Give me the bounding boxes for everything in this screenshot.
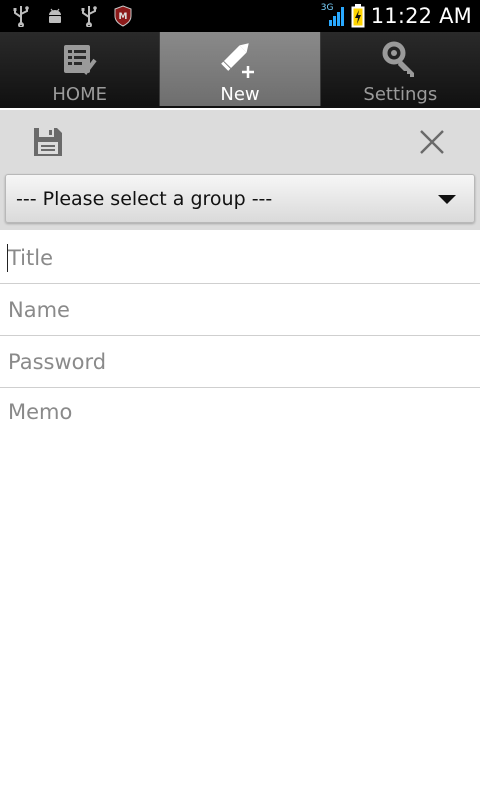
usb-icon [78, 5, 100, 27]
save-button[interactable] [28, 122, 68, 162]
chevron-down-icon [438, 195, 456, 204]
key-wrench-icon [378, 40, 422, 80]
memo-textarea[interactable] [0, 388, 480, 788]
status-bar: M 3G 11:22 AM [0, 0, 480, 32]
tab-home[interactable]: HOME [0, 32, 161, 106]
tab-bar: HOME New Settings [0, 32, 480, 108]
pencil-add-icon [218, 40, 262, 80]
title-field-row [0, 232, 480, 284]
battery-charging-icon [351, 4, 365, 28]
name-field-row [0, 284, 480, 336]
mcafee-icon: M [112, 5, 134, 27]
close-button[interactable] [414, 124, 450, 160]
notification-icons: M [10, 5, 134, 27]
memo-field-row [0, 388, 480, 788]
signal-icon: 3G [321, 3, 345, 27]
password-field-row [0, 336, 480, 388]
title-input[interactable] [0, 232, 480, 284]
tab-home-label: HOME [52, 84, 107, 105]
android-debug-icon [44, 5, 66, 27]
checklist-icon [58, 40, 102, 80]
group-select-value: --- Please select a group --- [16, 188, 273, 210]
usb-icon [10, 5, 32, 27]
action-bar: --- Please select a group --- [0, 110, 480, 230]
tab-new[interactable]: New [160, 32, 321, 106]
floppy-disk-icon [32, 126, 64, 158]
text-cursor [7, 244, 8, 272]
password-input[interactable] [0, 336, 480, 388]
tab-settings-label: Settings [363, 84, 438, 105]
group-select[interactable]: --- Please select a group --- [5, 174, 475, 223]
name-input[interactable] [0, 284, 480, 336]
tab-new-label: New [220, 84, 260, 105]
status-clock: 11:22 AM [370, 4, 472, 28]
entry-form [0, 232, 480, 788]
tab-settings[interactable]: Settings [320, 32, 480, 106]
svg-text:M: M [119, 12, 128, 22]
close-icon [418, 128, 446, 156]
